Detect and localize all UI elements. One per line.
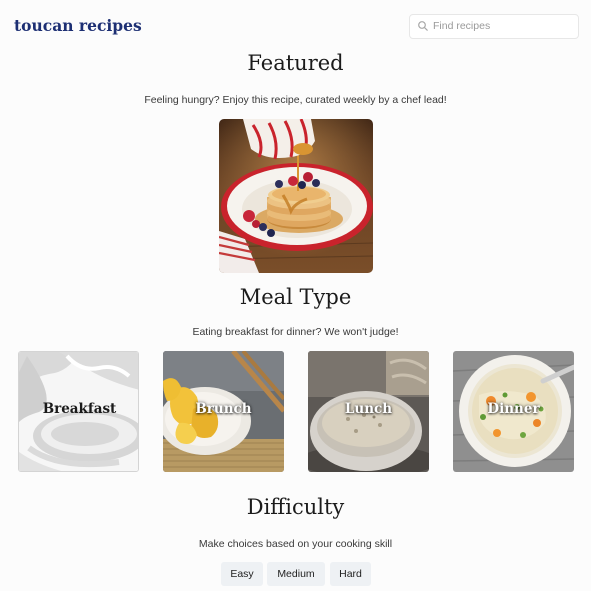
difficulty-easy-button[interactable]: Easy [221,562,263,586]
difficulty-hard-button[interactable]: Hard [330,562,371,586]
featured-heading: Featured [247,51,344,75]
pancake-stack-photo [219,119,373,273]
meal-label-lunch: Lunch [344,401,393,417]
meal-type-heading: Meal Type [239,285,352,309]
featured-subtitle: Feeling hungry? Enjoy this recipe, curat… [144,94,447,106]
meal-card-breakfast[interactable]: Breakfast [18,351,139,472]
meal-card-dinner[interactable]: Dinner [453,351,574,472]
meal-card-brunch[interactable]: Brunch [163,351,284,472]
meal-label-brunch: Brunch [195,401,252,417]
difficulty-subtitle: Make choices based on your cooking skill [198,538,393,550]
meal-label-dinner: Dinner [487,401,540,417]
site-header: toucan recipes [0,0,591,52]
meal-label-breakfast: Breakfast [42,401,117,417]
site-logo[interactable]: toucan recipes [14,16,142,35]
meal-type-subtitle: Eating breakfast for dinner? We won't ju… [192,326,399,338]
meal-card-lunch[interactable]: Lunch [308,351,429,472]
difficulty-heading: Difficulty [246,495,345,519]
difficulty-medium-button[interactable]: Medium [267,562,325,586]
featured-recipe-image[interactable] [219,119,373,273]
search-icon [418,21,428,31]
difficulty-options: Easy Medium Hard [0,562,591,586]
search-input[interactable] [430,16,577,36]
search-box[interactable] [409,14,579,39]
